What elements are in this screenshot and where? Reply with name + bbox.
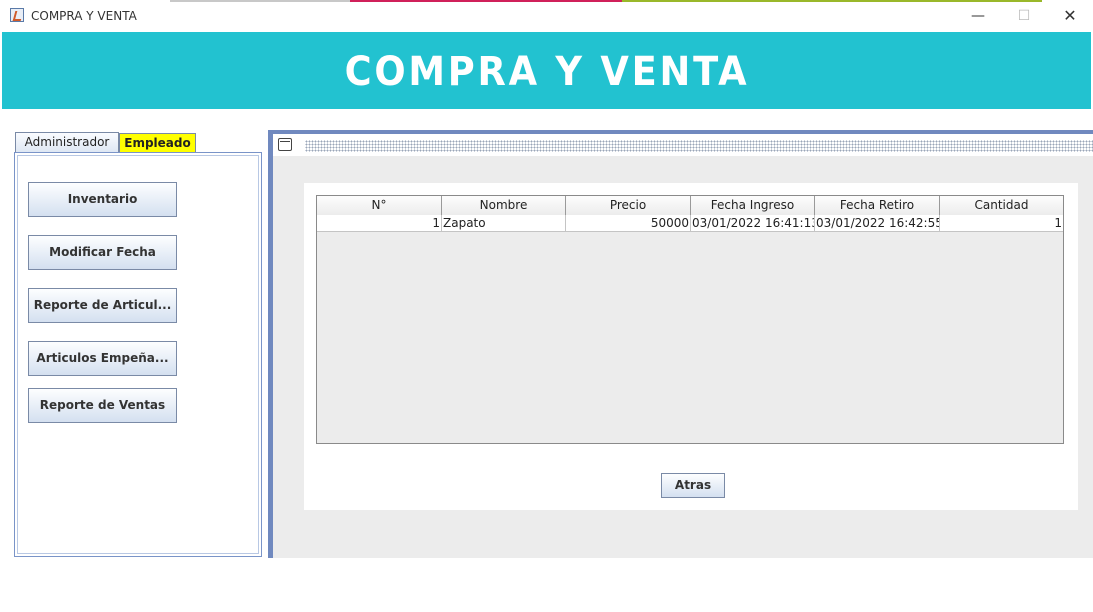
reporte-ventas-button[interactable]: Reporte de Ventas bbox=[28, 388, 177, 423]
cell-cantidad[interactable]: 1 bbox=[940, 215, 1063, 232]
column-header-fecha-ingreso[interactable]: Fecha Ingreso bbox=[691, 196, 815, 215]
column-header-cantidad[interactable]: Cantidad bbox=[940, 196, 1063, 215]
cell-fecha-retiro[interactable]: 03/01/2022 16:42:55 bbox=[815, 215, 940, 232]
cell-numero[interactable]: 1 bbox=[317, 215, 442, 232]
internal-frame: N° Nombre Precio Fecha Ingreso Fecha Ret… bbox=[268, 130, 1093, 558]
cell-fecha-ingreso[interactable]: 03/01/2022 16:41:13 bbox=[691, 215, 815, 232]
java-app-icon bbox=[10, 8, 24, 22]
column-header-fecha-retiro[interactable]: Fecha Retiro bbox=[815, 196, 940, 215]
column-header-numero[interactable]: N° bbox=[317, 196, 442, 215]
minimize-button[interactable]: — bbox=[955, 0, 1001, 32]
inventory-table: N° Nombre Precio Fecha Ingreso Fecha Ret… bbox=[316, 195, 1064, 444]
atras-button[interactable]: Atras bbox=[661, 473, 725, 498]
window-titlebar: COMPRA Y VENTA — ☐ ✕ bbox=[0, 0, 1093, 32]
frame-window-icon[interactable] bbox=[278, 138, 292, 151]
column-header-precio[interactable]: Precio bbox=[566, 196, 691, 215]
cell-precio[interactable]: 50000 bbox=[566, 215, 691, 232]
maximize-button[interactable]: ☐ bbox=[1001, 0, 1047, 32]
cell-nombre[interactable]: Zapato bbox=[442, 215, 566, 232]
header-banner: COMPRA Y VENTA bbox=[2, 32, 1091, 109]
accent-strip-gray bbox=[170, 0, 350, 2]
table-row[interactable]: 1 Zapato 50000 03/01/2022 16:41:13 03/01… bbox=[317, 215, 1063, 232]
tab-empleado[interactable]: Empleado bbox=[119, 133, 196, 153]
column-header-nombre[interactable]: Nombre bbox=[442, 196, 566, 215]
articulos-empenados-button[interactable]: Articulos Empeña... bbox=[28, 341, 177, 376]
table-header: N° Nombre Precio Fecha Ingreso Fecha Ret… bbox=[317, 196, 1063, 216]
reporte-articulos-button[interactable]: Reporte de Articul... bbox=[28, 288, 177, 323]
titlebar-grip-pattern bbox=[305, 140, 1093, 152]
accent-strip-red bbox=[350, 0, 622, 2]
modificar-fecha-button[interactable]: Modificar Fecha bbox=[28, 235, 177, 270]
close-button[interactable]: ✕ bbox=[1047, 0, 1093, 32]
window-title: COMPRA Y VENTA bbox=[31, 9, 137, 23]
inventory-content-panel: N° Nombre Precio Fecha Ingreso Fecha Ret… bbox=[304, 183, 1078, 510]
inventario-button[interactable]: Inventario bbox=[28, 182, 177, 217]
tab-administrador[interactable]: Administrador bbox=[15, 132, 119, 153]
internal-frame-titlebar[interactable] bbox=[273, 134, 1093, 156]
header-title: COMPRA Y VENTA bbox=[344, 49, 749, 95]
